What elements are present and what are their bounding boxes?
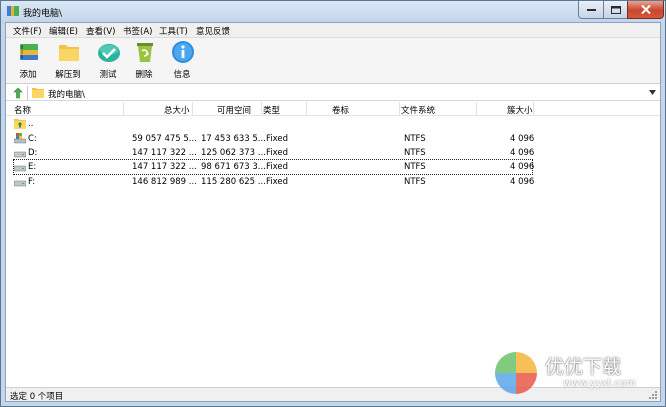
title-bar[interactable]: 我的电脑\ [1, 1, 665, 22]
list-item-focused[interactable]: E: 147 117 322 ... 98 671 673 3... Fixed… [13, 159, 535, 175]
add-button[interactable]: 添加 [8, 40, 48, 82]
col-divider[interactable] [192, 102, 193, 115]
row-filesystem: NTFS [404, 162, 426, 172]
row-type: Fixed [266, 177, 289, 187]
col-free-space[interactable]: 可用空间 [217, 104, 251, 116]
list-item[interactable]: D: 147 117 322 ... 125 062 373 ... Fixed… [6, 146, 660, 160]
add-books-icon [20, 44, 38, 60]
row-name: C: [28, 134, 37, 144]
parent-folder-icon [14, 119, 26, 129]
col-filesystem[interactable]: 文件系统 [401, 104, 435, 116]
info-label: 信息 [173, 70, 191, 80]
col-type[interactable]: 类型 [263, 104, 280, 116]
window-title: 我的电脑\ [23, 9, 63, 19]
row-free-space: 125 062 373 ... [201, 148, 266, 158]
row-free-space: 17 453 633 5... [201, 134, 266, 144]
info-button[interactable]: 信息 [162, 40, 202, 82]
folder-icon [32, 88, 44, 98]
col-divider[interactable] [399, 102, 400, 115]
row-total-size: 147 117 322 ... [132, 148, 197, 158]
col-total-size[interactable]: 总大小 [164, 104, 190, 116]
drive-icon [14, 180, 26, 187]
delete-button[interactable]: 删除 [124, 40, 164, 82]
col-divider[interactable] [306, 102, 307, 115]
row-filesystem: NTFS [404, 148, 426, 158]
close-button[interactable] [627, 1, 664, 19]
list-item[interactable]: .. [6, 117, 660, 131]
chevron-down-icon[interactable] [649, 90, 656, 96]
col-divider[interactable] [123, 102, 124, 115]
col-volume-label[interactable]: 卷标 [332, 104, 349, 116]
row-filesystem: NTFS [404, 134, 426, 144]
row-name: E: [28, 162, 37, 172]
menu-view[interactable]: 查看(V) [86, 25, 115, 37]
watermark-title: 优优下载 [545, 356, 622, 378]
menu-bar: 文件(F) 编辑(E) 查看(V) 书签(A) 工具(T) 意见反馈 [6, 23, 660, 38]
status-text: 选定 0 个项目 [10, 392, 64, 402]
maximize-icon [610, 5, 621, 14]
row-type: Fixed [266, 148, 289, 158]
row-total-size: 59 057 475 5... [132, 134, 197, 144]
row-cluster-size: 4 096 [510, 148, 535, 158]
minimize-icon [586, 8, 596, 11]
delete-label: 删除 [135, 70, 153, 80]
row-total-size: 147 117 322 ... [132, 162, 197, 172]
minimize-button[interactable] [578, 1, 604, 19]
drive-icon [14, 165, 26, 172]
folder-icon [59, 45, 79, 61]
maximize-button[interactable] [603, 1, 628, 19]
row-cluster-size: 4 096 [510, 162, 535, 172]
watermark: 优优下载 www.yyxt.com [493, 346, 653, 402]
app-window: 我的电脑\ 文件(F) 编辑(E) 查看(V) 书签(A) 工具(T) 意见反馈 [0, 0, 666, 407]
menu-file[interactable]: 文件(F) [13, 25, 42, 37]
row-cluster-size: 4 096 [510, 177, 535, 187]
menu-tools[interactable]: 工具(T) [159, 25, 188, 37]
watermark-url: www.yyxt.com [563, 378, 637, 389]
address-separator [27, 86, 28, 100]
row-free-space: 98 671 673 3... [201, 162, 266, 172]
recycle-bin-icon [137, 43, 153, 62]
menu-bookmarks[interactable]: 书签(A) [123, 25, 152, 37]
column-header: 名称 总大小 可用空间 类型 卷标 文件系统 簇大小 [6, 102, 660, 116]
address-path[interactable]: 我的电脑\ [48, 88, 85, 100]
system-drive-icon [14, 133, 26, 144]
extract-label: 解压到 [55, 70, 81, 80]
toolbar: 添加 解压到 测试 删除 信息 [6, 38, 660, 84]
row-filesystem: NTFS [404, 177, 426, 187]
row-name: .. [28, 119, 34, 129]
col-divider[interactable] [261, 102, 262, 115]
menu-feedback[interactable]: 意见反馈 [196, 25, 230, 37]
extract-button[interactable]: 解压到 [48, 40, 88, 82]
row-cluster-size: 4 096 [510, 134, 535, 144]
address-bar: 我的电脑\ [6, 85, 660, 101]
list-item[interactable]: F: 146 812 989 ... 115 280 625 ... Fixed… [6, 175, 660, 189]
info-icon [172, 41, 194, 63]
check-icon [98, 44, 120, 62]
drive-icon [14, 151, 26, 158]
test-button[interactable]: 测试 [88, 40, 128, 82]
up-arrow-icon[interactable] [12, 87, 24, 99]
row-name: F: [28, 177, 36, 187]
row-type: Fixed [266, 162, 289, 172]
add-label: 添加 [19, 70, 37, 80]
row-total-size: 146 812 989 ... [132, 177, 197, 187]
watermark-logo-icon [495, 352, 537, 394]
app-icon [7, 6, 19, 16]
row-name: D: [28, 148, 38, 158]
col-divider[interactable] [476, 102, 477, 115]
row-free-space: 115 280 625 ... [201, 177, 266, 187]
col-cluster-size[interactable]: 簇大小 [507, 104, 533, 116]
col-name[interactable]: 名称 [14, 104, 31, 116]
row-type: Fixed [266, 134, 289, 144]
menu-edit[interactable]: 编辑(E) [49, 25, 78, 37]
list-item[interactable]: C: 59 057 475 5... 17 453 633 5... Fixed… [6, 132, 660, 146]
client-area: 文件(F) 编辑(E) 查看(V) 书签(A) 工具(T) 意见反馈 添加 解压… [5, 22, 661, 402]
close-icon [640, 5, 651, 14]
col-divider[interactable] [533, 102, 534, 115]
test-label: 测试 [99, 70, 117, 80]
